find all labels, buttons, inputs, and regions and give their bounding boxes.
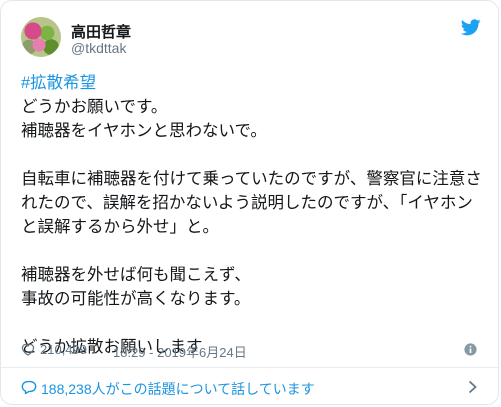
twitter-bird-icon[interactable] [461, 19, 481, 36]
tweet-text-line: と誤解するから外せ」と。 [21, 218, 219, 236]
speech-bubble-icon [21, 380, 37, 394]
tweet-text-line: どうかお願いです。 [21, 98, 168, 116]
author-handle[interactable]: @tkdttak [71, 40, 126, 56]
tweet-text-line: 事故の可能性が高くなります。 [21, 290, 251, 308]
tweet-text-line: 補聴器をイヤホンと思わないで。 [21, 122, 267, 140]
tweet-header: 高田哲章 @tkdttak [21, 17, 481, 65]
tweet-card: 高田哲章 @tkdttak #拡散希望 どうかお願いです。 補聴器をイヤホンと思… [0, 0, 499, 405]
tweet-text-line: 自転車に補聴器を付けて乗っていたのですが、警察官に注意さ [21, 170, 482, 188]
tweet-text-line: 補聴器を外せば何も聞こえず、 [21, 266, 251, 284]
tweet-body: #拡散希望 どうかお願いです。 補聴器をイヤホンと思わないで。 自転車に補聴器を… [21, 71, 483, 359]
info-icon[interactable] [464, 343, 477, 356]
avatar[interactable] [21, 17, 61, 57]
footer-divider [1, 367, 498, 368]
like-count[interactable]: 210,499 [40, 342, 87, 357]
talking-about-link[interactable]: 188,238人がこの話題について話しています [21, 374, 481, 400]
talking-about-text: 188,238人がこの話題について話しています [41, 381, 315, 397]
tweet-meta: 210,499 18:29 - 2019年6月24日 [21, 341, 481, 361]
tweet-timestamp[interactable]: 18:29 - 2019年6月24日 [113, 342, 247, 361]
tweet-text-line: れたので、誤解を招かないよう説明したのですが、「イヤホン [21, 194, 473, 212]
author-display-name[interactable]: 高田哲章 [71, 21, 131, 42]
hashtag-link[interactable]: #拡散希望 [21, 71, 483, 95]
chevron-right-icon [468, 380, 477, 394]
heart-icon[interactable] [21, 343, 35, 356]
